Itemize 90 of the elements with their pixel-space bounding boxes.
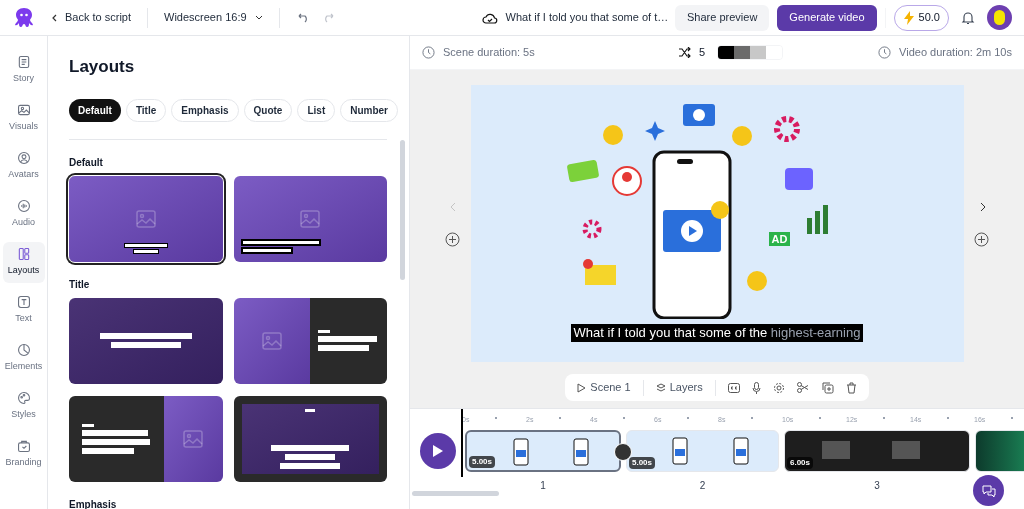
elements-icon <box>16 343 31 358</box>
sidebar-item[interactable]: Visuals <box>2 98 45 139</box>
scene-clip[interactable]: 5.00s <box>465 430 621 472</box>
layout-thumbnail[interactable] <box>233 175 387 262</box>
cloud-saved-icon <box>481 11 498 24</box>
color-palette[interactable] <box>717 45 784 60</box>
scene-button[interactable]: Scene 1 <box>577 379 631 396</box>
chat-icon <box>981 484 996 497</box>
scene-number: 1 <box>540 479 546 493</box>
lightning-icon <box>902 10 915 25</box>
image-placeholder-icon <box>300 209 321 228</box>
filter-chip[interactable]: Default <box>69 98 121 122</box>
microphone-icon[interactable] <box>751 381 761 394</box>
phone-thumbnail-icon <box>672 437 689 465</box>
scene-clip[interactable]: 6.00s <box>784 430 970 472</box>
sidebar-item[interactable]: Audio <box>2 194 45 235</box>
phone-thumbnail-icon <box>573 438 590 466</box>
layout-thumbnail[interactable] <box>233 297 387 384</box>
layout-thumbnail[interactable] <box>233 395 387 482</box>
layout-thumbnail[interactable] <box>69 175 223 262</box>
horizontal-scrollbar[interactable] <box>412 491 499 496</box>
layouts-icon <box>16 247 31 262</box>
image-placeholder-icon <box>261 331 282 350</box>
audio-icon <box>16 199 31 214</box>
scrollbar[interactable] <box>400 140 405 280</box>
text-placeholder-lines <box>123 242 168 254</box>
phone-thumbnail-icon <box>512 438 529 466</box>
sidebar-item[interactable]: Elements <box>2 338 45 379</box>
user-avatar[interactable] <box>987 5 1012 30</box>
clip-duration: 5.00s <box>629 457 656 469</box>
aspect-ratio-dropdown[interactable]: Widescreen 16:9 <box>164 9 263 26</box>
project-title: What if I told you that some of t… <box>505 10 669 26</box>
sidebar-item[interactable]: Story <box>2 50 45 91</box>
sidebar-item[interactable]: Layouts <box>2 242 45 283</box>
phone-thumbnail-icon <box>732 437 749 465</box>
visuals-icon <box>16 103 31 118</box>
caption[interactable]: What if I told you that some of the highest-earning <box>570 324 864 342</box>
ad-badge: AD <box>768 232 791 246</box>
add-scene-icon[interactable] <box>974 232 989 247</box>
share-preview-button[interactable]: Share preview <box>675 4 770 31</box>
clip-duration: 5.00s <box>469 456 496 468</box>
clock-icon <box>422 46 435 59</box>
shuffle-count: 5 <box>699 45 706 61</box>
styles-icon <box>16 391 31 406</box>
story-icon <box>16 55 31 70</box>
trash-icon[interactable] <box>845 381 857 394</box>
sidebar-item[interactable]: Avatars <box>2 146 45 187</box>
scene-duration: Scene duration: 5s <box>443 45 535 61</box>
video-duration: Video duration: 2m 10s <box>899 45 1012 61</box>
shuffle-icon[interactable] <box>678 47 691 58</box>
video-frame-placeholder <box>891 441 920 459</box>
add-scene-icon[interactable] <box>445 232 460 247</box>
scene-clip[interactable]: 5.00s <box>626 430 779 472</box>
video-frame-placeholder <box>821 441 850 459</box>
branding-icon <box>16 439 31 454</box>
scene-number: 2 <box>699 479 706 493</box>
play-icon <box>577 382 587 393</box>
section-heading: Default <box>69 155 104 170</box>
clock-icon <box>878 46 892 59</box>
octopus-logo[interactable] <box>12 5 36 30</box>
avatars-icon <box>16 151 31 166</box>
scene-number: 3 <box>874 479 880 493</box>
settings-icon[interactable] <box>772 381 785 394</box>
layers-button[interactable]: Layers <box>655 379 703 396</box>
layers-icon <box>655 382 666 393</box>
text-icon <box>16 295 31 310</box>
sidebar-item[interactable]: Styles <box>2 386 45 427</box>
scene-clip[interactable] <box>975 430 1024 472</box>
section-heading: Title <box>69 277 91 292</box>
clip-duration: 6.00s <box>787 457 814 469</box>
back-to-script-link[interactable]: Back to script <box>52 9 132 26</box>
image-placeholder-icon <box>183 429 204 448</box>
bell-icon[interactable] <box>961 10 975 25</box>
layout-thumbnail[interactable] <box>69 395 223 482</box>
layout-thumbnail[interactable] <box>69 297 223 384</box>
section-heading: Emphasis <box>69 497 118 509</box>
play-button[interactable] <box>420 433 456 469</box>
back-icon <box>52 13 57 22</box>
chat-button[interactable] <box>973 475 1004 506</box>
panel-title: Layouts <box>69 56 136 78</box>
scissors-icon[interactable] <box>796 382 810 393</box>
image-placeholder-icon <box>135 209 156 228</box>
sidebar-item[interactable]: Branding <box>2 434 45 475</box>
sidebar-item[interactable]: Text <box>2 290 45 331</box>
duplicate-icon[interactable] <box>821 381 834 394</box>
captions-icon[interactable] <box>727 382 740 393</box>
generate-video-button[interactable]: Generate video <box>777 4 877 31</box>
scene-canvas[interactable]: AD What if I told you that some of the highest-earning <box>470 85 964 362</box>
chevron-down-icon <box>254 15 263 20</box>
play-icon <box>432 444 444 458</box>
